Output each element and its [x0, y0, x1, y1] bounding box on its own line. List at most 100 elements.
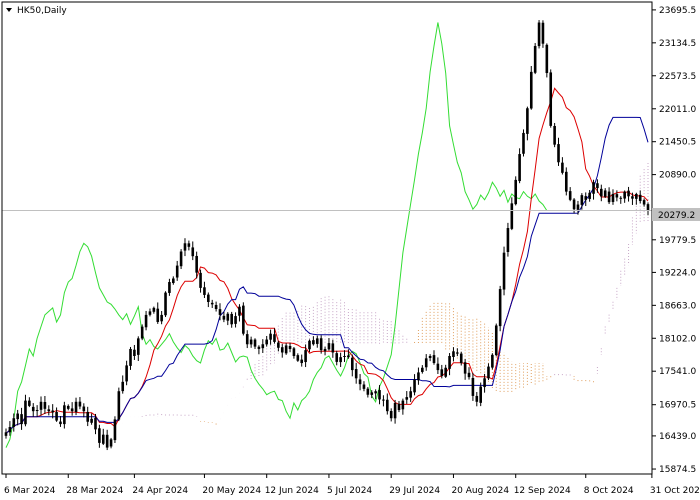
- candle-body: [510, 203, 514, 229]
- candle-body: [366, 388, 370, 395]
- candle-body: [164, 292, 167, 316]
- candle-body: [28, 400, 31, 406]
- candle-body: [603, 190, 607, 197]
- candle-body: [249, 339, 253, 345]
- candle-body: [631, 196, 634, 199]
- candle-body: [619, 197, 623, 199]
- candle-body: [51, 410, 54, 413]
- candle-body: [491, 354, 494, 368]
- candle-body: [296, 355, 300, 361]
- candle-body: [545, 44, 549, 74]
- y-tick-label: 19224.0: [659, 268, 696, 278]
- candlestick: [140, 324, 144, 341]
- candle-body: [343, 356, 346, 357]
- candle-body: [172, 278, 175, 284]
- candle-body: [35, 410, 39, 412]
- candle-body: [374, 391, 377, 394]
- candle-body: [467, 372, 471, 378]
- candle-body: [238, 306, 241, 316]
- candlestick: [533, 43, 537, 75]
- candle-body: [63, 405, 66, 425]
- candle-body: [66, 405, 70, 409]
- y-tick-label: 15874.5: [659, 465, 696, 475]
- candle-body: [90, 418, 93, 423]
- candlestick: [113, 416, 117, 443]
- candle-body: [300, 359, 304, 364]
- candle-body: [483, 378, 486, 388]
- candle-body: [417, 372, 420, 381]
- candle-body: [432, 355, 436, 364]
- candle-body: [82, 406, 86, 412]
- candle-body: [642, 200, 646, 205]
- chart-title: HK50,Daily: [17, 6, 67, 16]
- candle-body: [421, 367, 424, 372]
- x-tick-label: 5 Jul 2024: [327, 486, 372, 496]
- candle-body: [59, 421, 62, 425]
- candle-body: [564, 171, 568, 192]
- candle-body: [463, 362, 467, 374]
- candle-body: [214, 304, 218, 310]
- candle-body: [133, 349, 136, 356]
- candle-body: [312, 340, 315, 345]
- candlestick: [537, 20, 541, 49]
- candle-body: [187, 243, 191, 247]
- x-tick-label: 24 Apr 2024: [132, 486, 188, 496]
- x-tick-label: 12 Sep 2024: [514, 486, 571, 496]
- candle-body: [386, 399, 389, 412]
- candle-body: [498, 289, 502, 327]
- candle-body: [568, 191, 572, 200]
- candle-body: [522, 132, 525, 154]
- candle-body: [471, 377, 475, 396]
- x-tick-label: 28 Mar 2024: [66, 486, 123, 496]
- candle-body: [479, 386, 482, 403]
- candle-body: [646, 204, 650, 211]
- candle-body: [94, 417, 97, 430]
- candle-body: [277, 342, 280, 348]
- candle-body: [541, 22, 545, 44]
- candle-body: [74, 401, 78, 412]
- candle-body: [304, 350, 307, 363]
- candle-body: [459, 353, 463, 364]
- y-tick-label: 22573.5: [659, 72, 696, 82]
- candle-body: [144, 314, 148, 328]
- candle-body: [627, 190, 630, 197]
- candle-body: [140, 326, 144, 339]
- candle-body: [20, 414, 23, 425]
- candle-body: [413, 379, 416, 393]
- candle-body: [195, 255, 198, 273]
- candle-body: [86, 411, 90, 422]
- x-tick-label: 29 Jul 2024: [389, 486, 440, 496]
- candle-body: [292, 348, 296, 356]
- candle-body: [444, 367, 447, 377]
- x-tick-label: 6 Mar 2024: [4, 486, 56, 496]
- candle-body: [588, 192, 591, 199]
- candle-body: [494, 325, 498, 356]
- candlestick: [164, 291, 167, 318]
- candle-body: [607, 191, 611, 203]
- candle-body: [506, 228, 510, 252]
- candlestick: [242, 302, 245, 336]
- candle-body: [600, 188, 603, 197]
- candle-body: [529, 71, 533, 109]
- candle-body: [487, 366, 490, 379]
- candle-body: [350, 357, 354, 371]
- candle-body: [533, 46, 537, 73]
- candle-body: [218, 309, 222, 315]
- candle-body: [452, 351, 455, 357]
- y-tick-label: 18102.0: [659, 334, 696, 344]
- candle-body: [370, 392, 374, 395]
- candle-body: [584, 196, 588, 200]
- candle-body: [561, 162, 564, 173]
- candle-body: [335, 353, 339, 362]
- candle-body: [253, 339, 257, 347]
- candle-body: [234, 316, 237, 324]
- candle-body: [280, 347, 284, 353]
- candle-body: [98, 428, 101, 443]
- candle-body: [347, 355, 350, 358]
- candle-body: [580, 195, 584, 205]
- x-tick-label: 20 May 2024: [202, 486, 261, 496]
- candle-body: [428, 356, 432, 358]
- candle-body: [257, 346, 261, 349]
- candle-body: [117, 391, 121, 420]
- candle-body: [175, 265, 179, 278]
